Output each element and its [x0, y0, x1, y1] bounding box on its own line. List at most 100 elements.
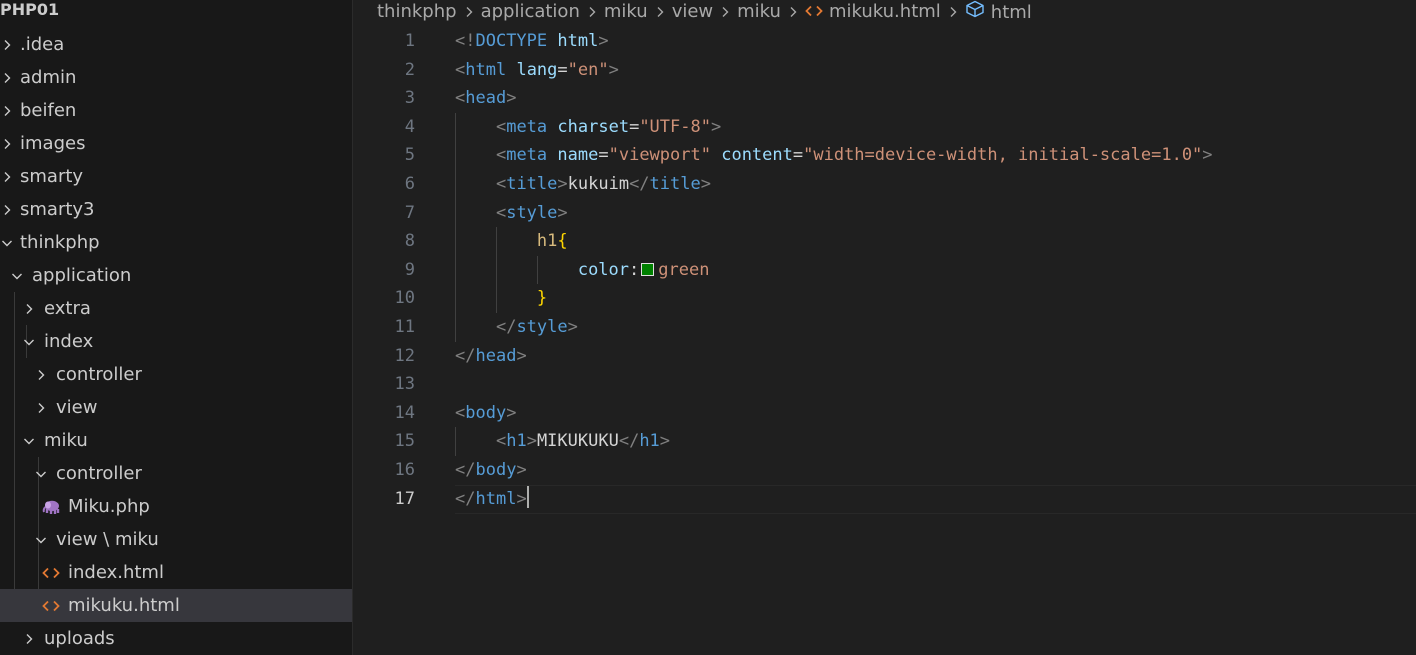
code-line[interactable]: 12 </head>	[353, 342, 1416, 371]
tree-item-label: application	[32, 265, 132, 286]
code-line[interactable]: 4 <meta charset="UTF-8">	[353, 113, 1416, 142]
code-token: >	[506, 88, 517, 109]
chevron-right-icon[interactable]	[34, 358, 48, 391]
code-token: title	[649, 174, 701, 194]
tree-item-application[interactable]: application	[0, 259, 352, 292]
line-number: 1	[404, 31, 415, 51]
tree-item-smarty3[interactable]: smarty3	[0, 193, 352, 226]
breadcrumb-item-application[interactable]: application	[481, 0, 580, 24]
code-line[interactable]: 7 <style>	[353, 199, 1416, 228]
chevron-right-icon[interactable]	[0, 94, 14, 127]
explorer-root-label[interactable]: PHP01	[0, 0, 59, 19]
code-token: green	[658, 259, 710, 280]
code-line[interactable]: 3 <head>	[353, 84, 1416, 113]
tree-item-images[interactable]: images	[0, 127, 352, 160]
code-line[interactable]: 13	[353, 370, 1416, 399]
chevron-down-icon[interactable]	[34, 457, 48, 490]
tree-item-extra[interactable]: extra	[0, 292, 352, 325]
code-line[interactable]: 11 </style>	[353, 313, 1416, 342]
line-number: 4	[404, 116, 415, 137]
tree-item-index-html[interactable]: index.html	[0, 556, 352, 589]
chevron-down-icon[interactable]	[34, 523, 48, 556]
chevron-right-icon[interactable]	[0, 28, 14, 61]
tree-item-mikuku-html[interactable]: mikuku.html	[0, 589, 352, 622]
chevron-right-icon[interactable]	[22, 622, 36, 655]
code-line[interactable]: 9 color: green	[353, 256, 1416, 285]
php-file-icon	[40, 490, 62, 523]
code-token: <	[495, 431, 507, 452]
chevron-down-icon	[2, 240, 12, 246]
code-line[interactable]: 2 <html lang="en">	[353, 56, 1416, 85]
tree-item-beifen[interactable]: beifen	[0, 94, 352, 127]
breadcrumb-separator-icon	[466, 7, 473, 17]
tree-item-label: admin	[20, 67, 77, 88]
code-line[interactable]: 5 <meta name="viewport" content="width=d…	[353, 141, 1416, 170]
chevron-down-icon[interactable]	[0, 226, 14, 259]
tree-item-label: thinkphp	[20, 232, 100, 253]
line-number: 10	[394, 288, 415, 309]
chevron-right-icon[interactable]	[0, 160, 14, 193]
code-line[interactable]: 1 <!DOCTYPE html>	[353, 27, 1416, 56]
chevron-right-icon[interactable]	[0, 193, 14, 226]
code-token: >	[567, 317, 578, 337]
code-token: MIKUKUKU	[536, 431, 619, 452]
code-token: html	[475, 488, 517, 509]
tree-item-index[interactable]: index	[0, 325, 352, 358]
tree-item-idea[interactable]: .idea	[0, 28, 352, 61]
code-token: color	[577, 259, 630, 280]
tree-item-uploads[interactable]: uploads	[0, 622, 352, 655]
tree-item-controller[interactable]: controller	[0, 457, 352, 490]
code-text: <style>	[455, 199, 568, 228]
code-text: <head>	[455, 84, 516, 113]
breadcrumb-file[interactable]: mikuku.html	[805, 0, 941, 24]
chevron-right-icon[interactable]	[34, 391, 48, 424]
breadcrumb-item-view[interactable]: view	[672, 0, 713, 24]
code-token: </	[629, 174, 650, 194]
tree-item-miku[interactable]: miku	[0, 424, 352, 457]
line-number: 11	[394, 317, 415, 337]
code-token: lang	[516, 59, 558, 80]
tree-item-miku-php[interactable]: Miku.php	[0, 490, 352, 523]
tree-item-view[interactable]: view	[0, 391, 352, 424]
breadcrumb-symbol[interactable]: html	[965, 0, 1032, 25]
tree-item-label: mikuku.html	[68, 595, 180, 616]
code-text: color: green	[455, 256, 710, 285]
code-token: "viewport"	[608, 145, 711, 166]
code-line[interactable]: 16 </body>	[353, 456, 1416, 485]
code-line[interactable]: 8 h1{	[353, 227, 1416, 256]
code-line[interactable]: 17 </html>	[353, 484, 1416, 514]
chevron-right-icon[interactable]	[22, 292, 36, 325]
color-swatch[interactable]	[641, 262, 655, 276]
code-token: <	[495, 202, 507, 223]
breadcrumb-item-miku[interactable]: miku	[737, 0, 781, 24]
chevron-right-icon	[38, 369, 45, 380]
code-line[interactable]: 10 }	[353, 284, 1416, 313]
code-token: >	[516, 345, 527, 366]
code-token: >	[1202, 145, 1213, 166]
chevron-down-icon[interactable]	[10, 259, 24, 292]
tree-item-smarty[interactable]: smarty	[0, 160, 352, 193]
tree-item-controller[interactable]: controller	[0, 358, 352, 391]
code-editor[interactable]: thinkphp application miku view miku mikuku.ht…	[353, 0, 1416, 655]
breadcrumb-item-thinkphp[interactable]: thinkphp	[377, 0, 457, 24]
tree-item-admin[interactable]: admin	[0, 61, 352, 94]
code-line[interactable]: 14 <body>	[353, 399, 1416, 428]
code-line[interactable]: 6 <title>kukuim</title>	[353, 170, 1416, 199]
chevron-down-icon[interactable]	[22, 424, 36, 457]
chevron-right-icon[interactable]	[0, 61, 14, 94]
line-number: 15	[394, 431, 415, 452]
chevron-down-icon[interactable]	[22, 325, 36, 358]
code-token: "width=device-width, initial-scale=1.0"	[803, 145, 1203, 166]
code-line[interactable]: 15 <h1>MIKUKUKU</h1>	[353, 427, 1416, 456]
breadcrumb-item-miku[interactable]: miku	[604, 0, 648, 24]
tree-item-view-miku[interactable]: view \ miku	[0, 523, 352, 556]
chevron-right-icon	[4, 105, 11, 116]
code-token: <	[455, 88, 466, 109]
tree-item-label: controller	[56, 463, 142, 484]
breadcrumb-separator-icon	[589, 7, 596, 17]
tree-item-thinkphp[interactable]: thinkphp	[0, 226, 352, 259]
chevron-right-icon[interactable]	[0, 127, 14, 160]
line-number: 6	[404, 174, 415, 194]
